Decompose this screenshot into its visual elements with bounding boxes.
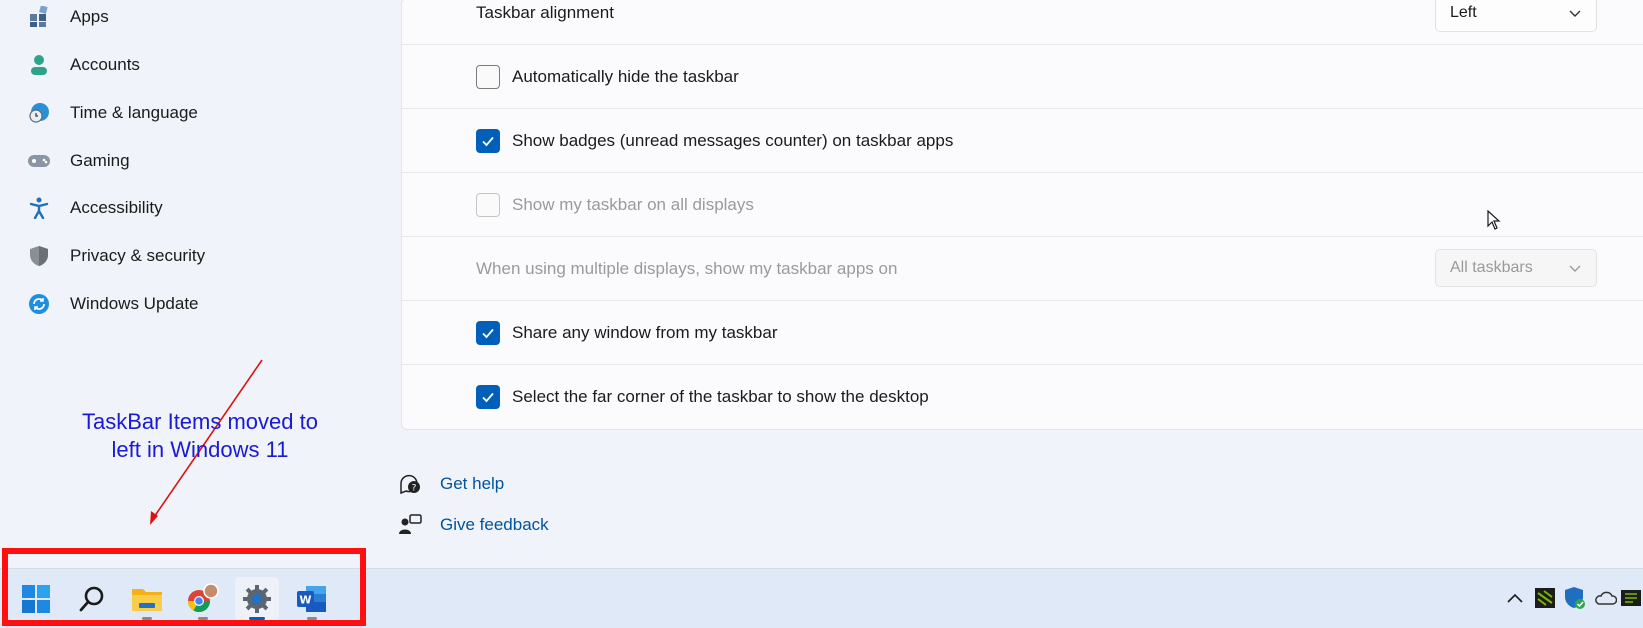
taskbar-behaviors-panel: Taskbar alignment Left Automatically hid… [401, 0, 1643, 430]
badges-checkbox[interactable] [476, 128, 500, 153]
chevron-up-icon [1507, 593, 1523, 603]
windows-update-icon [24, 289, 54, 319]
help-chat-icon: ? [398, 472, 422, 496]
dropdown-value: Left [1450, 4, 1477, 21]
taskbar-alignment-dropdown[interactable]: Left [1435, 0, 1597, 32]
annotation-text: TaskBar Items moved to left in Windows 1… [82, 409, 318, 462]
sidebar-item-privacy-security[interactable]: Privacy & security [24, 234, 374, 278]
sidebar-item-label: Windows Update [70, 294, 199, 313]
feedback-icon [398, 513, 422, 537]
sidebar-item-gaming[interactable]: Gaming [24, 139, 374, 183]
setting-label: Select the far corner of the taskbar to … [512, 387, 929, 406]
sidebar-item-label: Accounts [70, 55, 140, 74]
checkmark-icon [482, 328, 494, 338]
accessibility-icon [24, 193, 54, 223]
setting-row-multi-display: When using multiple displays, show my ta… [402, 237, 1643, 301]
dropdown-value: All taskbars [1450, 259, 1533, 276]
tray-nvidia[interactable] [1530, 582, 1560, 614]
sidebar-item-apps[interactable]: Apps [24, 0, 374, 39]
share-window-checkbox[interactable] [476, 320, 500, 345]
apps-icon [24, 2, 54, 32]
mouse-cursor-icon [1487, 210, 1501, 230]
shield-icon [24, 241, 54, 271]
gaming-icon [24, 146, 54, 176]
sidebar-item-accessibility[interactable]: Accessibility [24, 186, 374, 230]
settings-sidebar: Apps Accounts Time & language Gaming Acc… [0, 0, 400, 568]
setting-label: Taskbar alignment [476, 2, 614, 22]
checkmark-icon [482, 392, 494, 403]
chevron-down-icon [1569, 10, 1581, 17]
setting-row-all-displays: Show my taskbar on all displays [402, 173, 1643, 237]
all-displays-checkbox[interactable] [476, 192, 500, 217]
defender-icon [1565, 587, 1585, 609]
give-feedback-label: Give feedback [440, 515, 549, 534]
sidebar-item-time-language[interactable]: Time & language [24, 91, 374, 135]
far-corner-checkbox[interactable] [476, 385, 500, 409]
onedrive-icon [1595, 591, 1617, 605]
sidebar-item-label: Time & language [70, 103, 198, 122]
auto-hide-checkbox[interactable] [476, 64, 500, 89]
svg-text:?: ? [412, 484, 417, 494]
setting-label: Share any window from my taskbar [512, 322, 778, 342]
sidebar-item-label: Privacy & security [70, 246, 206, 265]
checkmark-icon [482, 136, 494, 146]
tray-defender[interactable] [1560, 582, 1590, 614]
setting-label: When using multiple displays, show my ta… [476, 258, 898, 278]
setting-row-badges: Show badges (unread messages counter) on… [402, 109, 1643, 173]
give-feedback-link[interactable]: Give feedback [398, 513, 549, 537]
chevron-down-icon [1569, 265, 1581, 272]
multi-display-dropdown[interactable]: All taskbars [1435, 249, 1597, 287]
time-language-icon [24, 98, 54, 128]
sidebar-item-accounts[interactable]: Accounts [24, 43, 374, 87]
taskbar-highlight-box [2, 548, 366, 626]
setting-label: Show my taskbar on all displays [512, 194, 754, 214]
get-help-label: Get help [440, 474, 505, 493]
gpu-icon [1621, 590, 1641, 606]
tray-gpu[interactable] [1616, 582, 1643, 614]
sidebar-item-label: Gaming [70, 151, 130, 170]
sidebar-item-label: Accessibility [70, 198, 163, 217]
setting-label: Show badges (unread messages counter) on… [512, 130, 954, 150]
setting-row-alignment: Taskbar alignment Left [402, 0, 1643, 45]
setting-row-far-corner: Select the far corner of the taskbar to … [402, 365, 1643, 429]
accounts-icon [24, 50, 54, 80]
setting-label: Automatically hide the taskbar [512, 66, 739, 86]
setting-row-auto-hide: Automatically hide the taskbar [402, 45, 1643, 109]
nvidia-icon [1535, 588, 1555, 608]
get-help-link[interactable]: ? Get help [398, 472, 504, 496]
sidebar-item-label: Apps [70, 7, 109, 26]
sidebar-item-windows-update[interactable]: Windows Update [24, 282, 374, 326]
setting-row-share-window: Share any window from my taskbar [402, 301, 1643, 365]
show-hidden-icons-button[interactable] [1500, 582, 1530, 614]
